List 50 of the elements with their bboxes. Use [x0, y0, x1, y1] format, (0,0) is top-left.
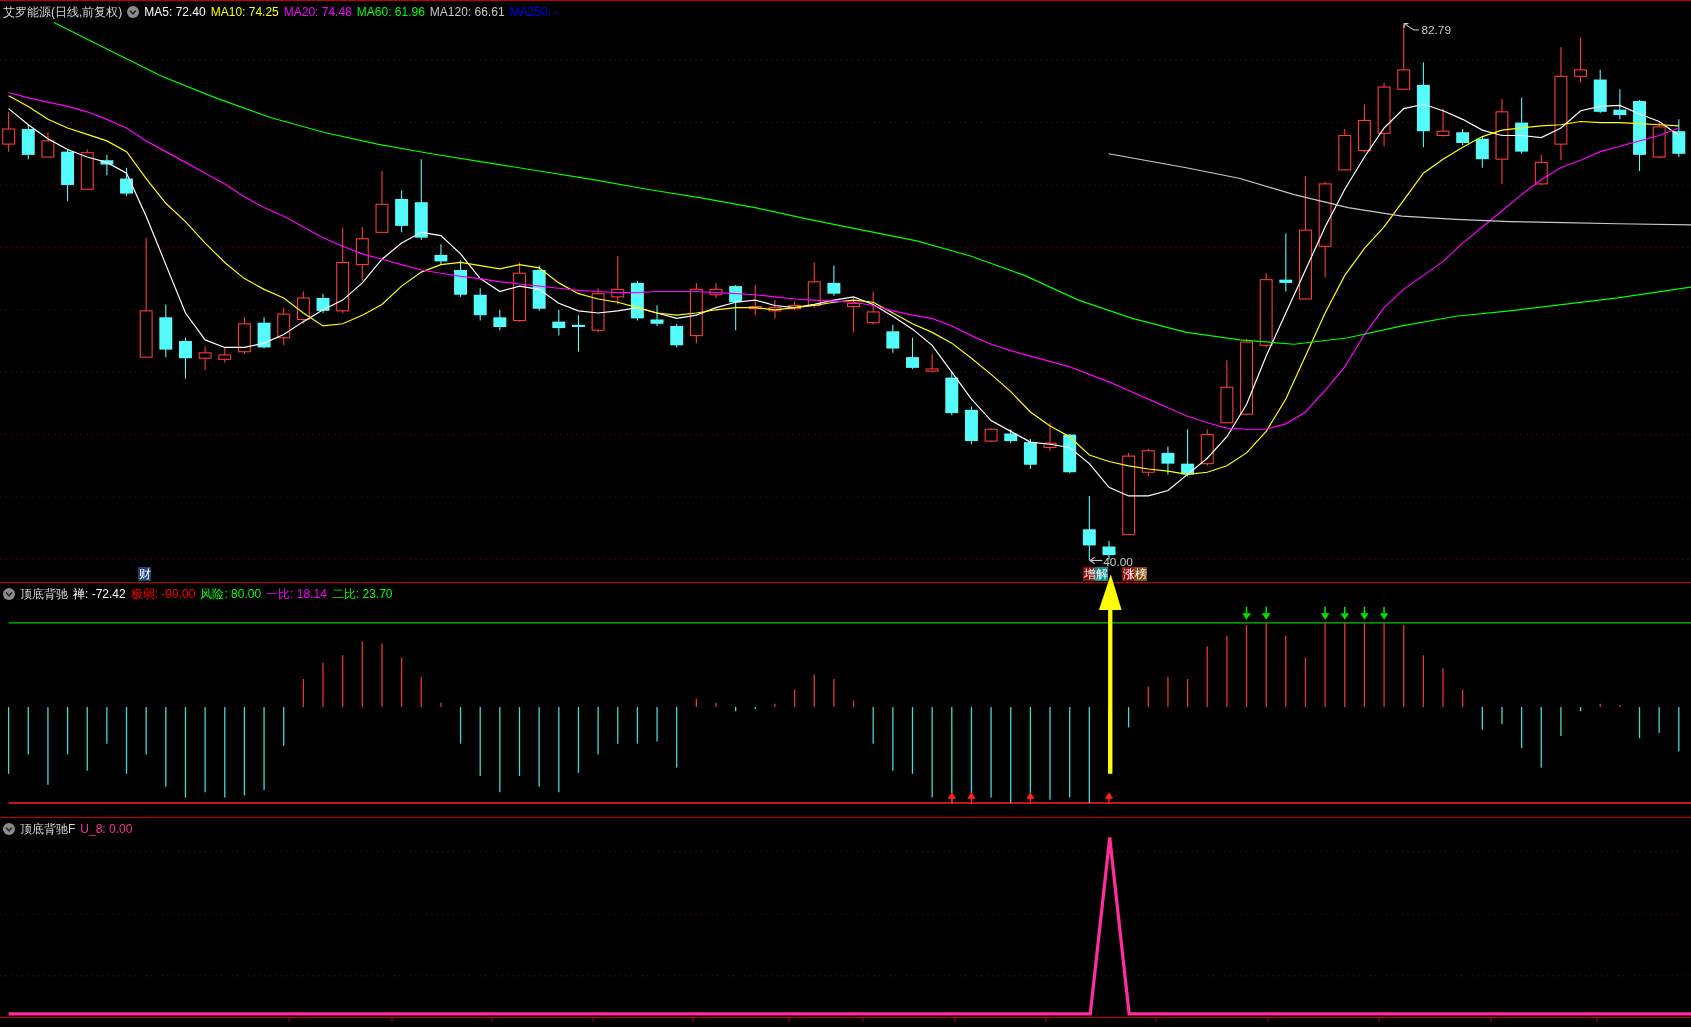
chevron-down-icon[interactable] [127, 6, 140, 18]
indicator-value: 二比: 23.70 [331, 586, 393, 602]
moving-average-value: MA20: 74.48 [283, 4, 352, 20]
leader-line [1089, 556, 1103, 565]
down-arrow-icon [1242, 605, 1251, 620]
stock-title: 艾罗能源(日线,前复权) [3, 4, 123, 20]
chevron-down-icon[interactable] [3, 588, 15, 600]
price-label: 82.79 [1421, 23, 1452, 38]
indicator-value: 极弱: -90.00 [130, 586, 196, 602]
price-label: 40.00 [1103, 554, 1133, 569]
signal-tag: 财 [138, 567, 151, 581]
signal-tag: 榜 [1134, 567, 1147, 581]
down-arrow-icon [1320, 605, 1330, 620]
down-arrow-icon [1360, 605, 1369, 620]
histogram-bar [1186, 678, 1189, 708]
indicator-value: 风险: 80.00 [200, 586, 262, 602]
histogram-bar [400, 656, 403, 708]
histogram-bar [1304, 656, 1307, 708]
up-arrow-icon [1104, 792, 1114, 805]
histogram-bar [911, 706, 914, 775]
leader-line [1403, 23, 1420, 31]
histogram-bar [636, 706, 639, 745]
indicator-value: 一比: 18.14 [266, 586, 327, 602]
histogram-bar [518, 706, 521, 777]
histogram-bar [577, 706, 580, 774]
histogram-bar [1579, 706, 1582, 712]
histogram-bar [793, 689, 796, 708]
moving-average-value: MA120: 66.61 [429, 4, 505, 20]
histogram-bar [125, 706, 128, 775]
histogram-bar [66, 706, 69, 756]
chevron-down-icon[interactable] [3, 823, 15, 835]
up-arrow-icon [947, 792, 957, 805]
moving-average-value: MA10: 74.25 [210, 4, 279, 20]
histogram-bar [852, 699, 855, 708]
indicator-value: U_8: 0.00 [80, 821, 133, 837]
moving-average-value: MA5: 72.40 [144, 4, 206, 20]
indicator-value: 禅: -72.42 [73, 586, 126, 602]
moving-average-value: MA60: 61.96 [356, 4, 425, 20]
histogram-bar [459, 706, 462, 745]
histogram-bar [1638, 706, 1641, 739]
down-arrow-icon [1379, 605, 1389, 620]
indicator-title: 顶底背驰F [20, 821, 76, 837]
histogram-bar [1520, 706, 1523, 749]
moving-average-value: MA250: - [509, 4, 559, 20]
signal-tag: 解 [1095, 567, 1108, 581]
indicator-title: 顶底背驰 [20, 586, 68, 602]
up-arrow-icon [967, 792, 976, 805]
down-arrow-icon [1340, 605, 1350, 620]
down-arrow-icon [1261, 605, 1271, 620]
up-arrow-icon [1026, 792, 1035, 805]
